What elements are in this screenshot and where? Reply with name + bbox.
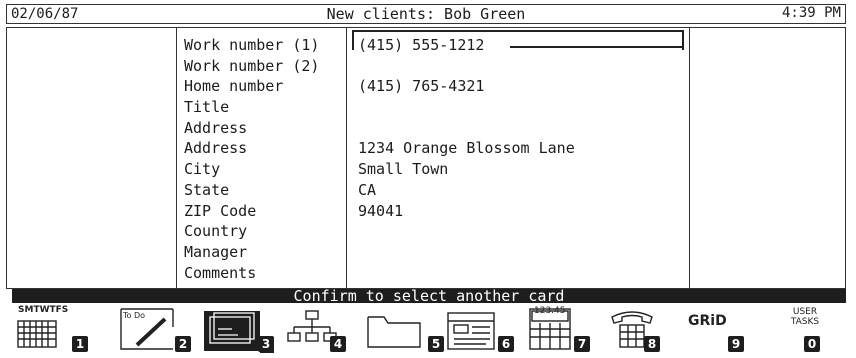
text-cursor-line: [510, 46, 682, 48]
card-title: New clients: Bob Green: [326, 5, 526, 23]
fkey-number: 9: [728, 336, 744, 352]
fkey-number: 6: [498, 336, 514, 352]
fkey-1-calendar[interactable]: SMTWTFS 1: [12, 303, 92, 353]
fkey-7-calculator[interactable]: 123.45 7: [524, 303, 604, 353]
value-state[interactable]: CA: [358, 180, 575, 201]
fkey-6-document[interactable]: 6: [444, 303, 524, 353]
time-display: 4:39 PM: [781, 5, 841, 21]
value-city[interactable]: Small Town: [358, 159, 575, 180]
field-values: (415) 555-1212 (415) 765-4321 1234 Orang…: [358, 35, 575, 283]
fkey-0-user-tasks[interactable]: USER TASKS 0: [762, 303, 842, 353]
value-manager[interactable]: [358, 242, 575, 263]
label-home-number: Home number: [184, 77, 284, 96]
label-manager: Manager: [184, 242, 248, 261]
value-work-number-2[interactable]: [358, 56, 575, 77]
label-work-number-1: Work number (1): [184, 36, 320, 54]
fkey-number: 0: [804, 336, 820, 352]
calendar-icon: SMTWTFS: [14, 305, 74, 355]
fkey-number: 3: [258, 336, 274, 352]
center-divider: [346, 28, 347, 288]
value-home-number[interactable]: (415) 765-4321: [358, 76, 575, 97]
function-key-bar: SMTWTFS 1 To Do 2 3 4 5 6 123.45 7 8 GRi…: [12, 303, 846, 353]
label-city: City: [184, 160, 221, 179]
label-comments: Comments: [184, 263, 257, 282]
fkey-4-org-chart[interactable]: 4: [282, 303, 362, 353]
fkey-number: 1: [72, 336, 88, 352]
left-divider: [176, 28, 177, 288]
fkey-9-grid[interactable]: GRiD 9: [682, 303, 762, 353]
label-title: Title: [184, 98, 230, 117]
fkey-number: 5: [428, 336, 444, 352]
label-country: Country: [184, 222, 248, 241]
fkey-3-cards[interactable]: 3: [200, 303, 280, 353]
value-address-2[interactable]: 1234 Orange Blossom Lane: [358, 138, 575, 159]
fkey-number: 4: [330, 336, 346, 352]
label-address-1: Address: [184, 118, 248, 137]
value-title[interactable]: [358, 97, 575, 118]
fkey-number: 7: [574, 336, 590, 352]
label-address-2: Address: [184, 139, 248, 158]
label-work-number-2: Work number (2): [184, 56, 320, 75]
right-divider: [689, 28, 690, 288]
value-country[interactable]: [358, 221, 575, 242]
value-address-1[interactable]: [358, 118, 575, 139]
todo-icon: To Do: [117, 307, 179, 355]
fkey-5-folder[interactable]: 5: [362, 303, 444, 355]
fkey-number: 8: [644, 336, 660, 352]
value-zip-code[interactable]: 94041: [358, 201, 575, 222]
title-bar: 02/06/87 New clients: Bob Green 4:39 PM: [6, 4, 846, 24]
fkey-2-todo[interactable]: To Do 2: [115, 303, 195, 353]
document-icon: [446, 307, 506, 355]
fkey-number: 2: [175, 336, 191, 352]
status-message: Confirm to select another card: [12, 289, 846, 304]
folder-icon: [364, 307, 424, 355]
label-state: State: [184, 180, 230, 199]
field-labels: Work number (1) Work number (2) Home num…: [184, 35, 319, 283]
value-comments[interactable]: [358, 263, 575, 284]
fkey-8-phone[interactable]: 8: [602, 303, 682, 353]
label-zip-code: ZIP Code: [184, 201, 257, 220]
